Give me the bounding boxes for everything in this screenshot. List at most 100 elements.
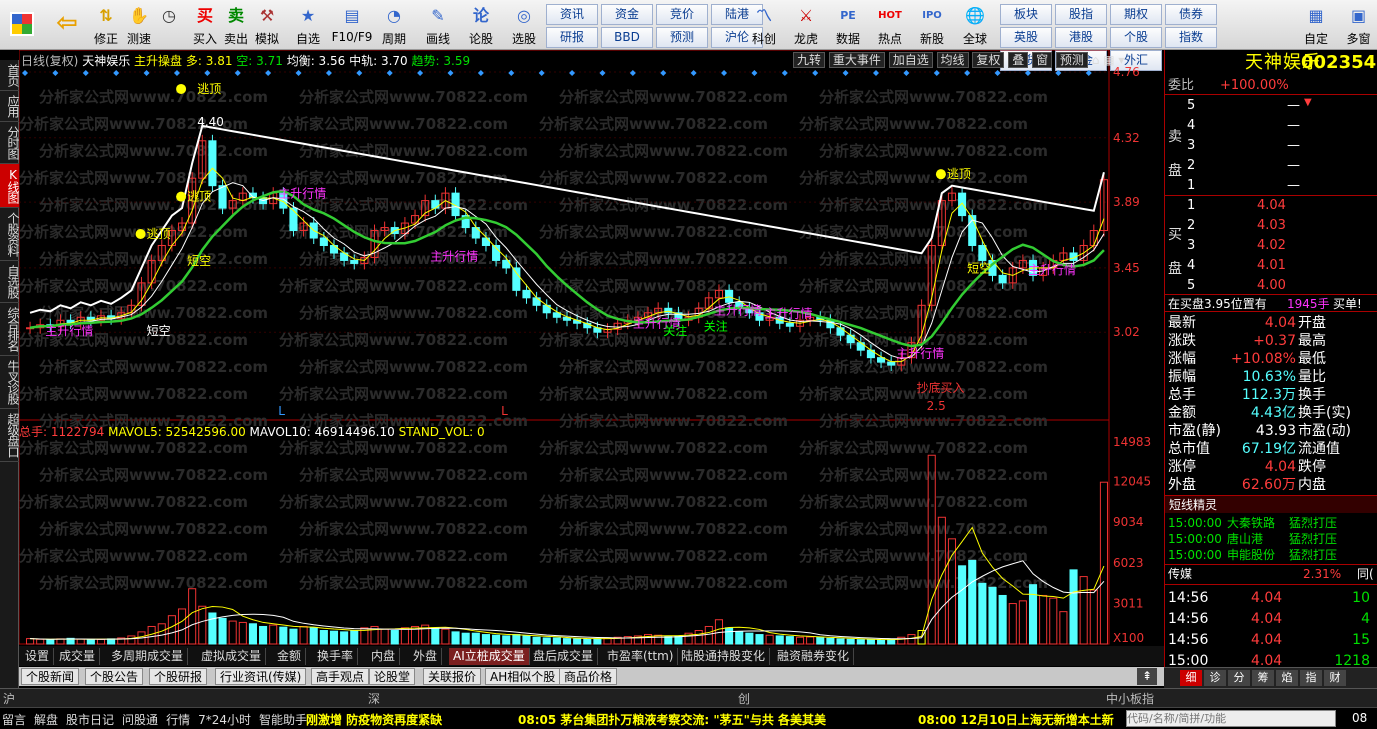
status-item[interactable]: 7*24小时 [198,713,251,727]
zxb-market[interactable]: 中小板指 [1106,690,1154,707]
grid-index-futures-item[interactable]: 股指 [1055,4,1107,25]
sector-name[interactable]: 传媒 [1168,565,1192,583]
indicator-tab[interactable]: 盘后成交量 [529,648,599,665]
nav-super-panel[interactable]: 超级盘口 [0,409,20,462]
grid-stock-item[interactable]: 个股 [1110,27,1162,48]
nav-stock-info[interactable]: 个股资料 [0,208,20,261]
sell-button[interactable]: 卖卖出 [221,0,251,50]
grid-forecast-item[interactable]: 预测 [656,27,708,48]
discuss-button[interactable]: 论论股 [464,0,498,50]
ipo-button[interactable]: IPO 新股 [914,0,950,50]
status-item[interactable]: 解盘 [34,713,58,727]
news-tab[interactable]: 个股新闻 [21,668,80,685]
fix-button[interactable]: ⇅ 修正 [90,0,122,50]
nine-turn-button[interactable]: 九转 [793,52,826,68]
window-button[interactable]: 窗 [1032,52,1053,68]
sh-market[interactable]: 沪 [3,690,15,707]
cy-market[interactable]: 创 [738,690,750,707]
ma-button[interactable]: 均线 [936,52,969,68]
news-ticker-3[interactable]: 08:00 12月10日上海无新增本土新 [918,711,1124,728]
grid-options-item[interactable]: 期权 [1110,4,1162,25]
collapse-panel-icon[interactable]: ⇞ [1137,668,1157,685]
period-button[interactable]: ◔ 周期 [376,0,412,50]
indicator-tab[interactable]: 设置 [21,648,55,665]
chevron-down-icon[interactable]: ▾ [1118,53,1124,67]
news-tab[interactable]: 高手观点 [311,668,370,685]
global-button[interactable]: 🌐 全球 [956,0,994,50]
panel-tab[interactable]: 筹 [1252,670,1274,686]
nav-watchlist[interactable]: 自选股 [0,261,20,303]
indicator-tab[interactable]: 融资融券变化 [773,648,855,665]
indicator-tab[interactable]: 虚拟成交量 [197,648,267,665]
panel-tab[interactable]: 诊 [1204,670,1226,686]
indicator-tab[interactable]: 换手率 [313,648,359,665]
nav-timeshare[interactable]: 分时图 [0,122,20,164]
status-item[interactable]: 智能助手 [259,713,307,727]
kline-svg[interactable]: 分析家公式网www.70822.com 分析家公式网www.70822.com 分析… [19,50,1164,646]
grid-sector-item[interactable]: 板块 [1000,4,1052,25]
news-ticker-2[interactable]: 08:05 茅台集团扑万粮液考察交流: "茅五"与共 各美其美 [518,711,826,728]
sector-more[interactable]: 同( [1357,565,1374,583]
news-tab[interactable]: 商品价格 [559,668,618,685]
grid-index-item[interactable]: 指数 [1165,27,1217,48]
panel-tab[interactable]: 分 [1228,670,1250,686]
status-item[interactable]: 问股通 [122,713,158,727]
buy-button[interactable]: 买买入 [190,0,220,50]
grid-hkstock-item[interactable]: 港股 [1055,27,1107,48]
app-logo-button[interactable] [4,0,40,50]
kline-chart[interactable]: 分析家公式网www.70822.com 分析家公式网www.70822.com 分析… [19,50,1164,646]
period-label[interactable]: 日线(复权) [21,54,78,68]
simulate-button[interactable]: ⚒ 模拟 [252,0,282,50]
back-button[interactable]: ⇦ [48,0,86,50]
grid-fund-item[interactable]: 资金 [601,4,653,25]
news-tab[interactable]: 个股公告 [85,668,144,685]
major-events-button[interactable]: 重大事件 [828,52,885,68]
watchlist-button[interactable]: ★ 自选 [290,0,326,50]
grid-info-item[interactable]: 资讯 [546,4,598,25]
indicator-tab[interactable]: 多周期成交量 [107,648,189,665]
news-tab[interactable]: AH相似个股 [485,668,561,685]
dragon-tiger-button[interactable]: ⚔ 龙虎 [788,0,824,50]
collapse-chevron-icon[interactable]: ▼ [1304,97,1312,108]
kechuang-button[interactable]: 〽科创 [746,0,782,50]
indicator-tab[interactable]: 内盘 [367,648,401,665]
add-watch-button[interactable]: 加自选 [888,52,933,68]
speedtest-button[interactable]: ✋ 测速 [124,0,154,50]
lock-icon[interactable]: ⌂ [1092,53,1100,67]
sprite-row[interactable]: 15:00:00 申能股份 猛烈打压 [1165,546,1377,564]
indicator-tab[interactable]: 成交量 [55,648,101,665]
nav-kline[interactable]: K线图 [0,164,20,208]
panel-tab[interactable]: 指 [1300,670,1322,686]
status-item[interactable]: 行情 [166,713,190,727]
indicator-tab[interactable]: 市盈率(ttm) [603,648,679,665]
draw-button[interactable]: ✎ 画线 [420,0,456,50]
f10-button[interactable]: ▤ F10/F9 [330,0,374,50]
data-button[interactable]: PE 数据 [830,0,866,50]
indicator-tab[interactable]: 外盘 [409,648,443,665]
news-tab[interactable]: 个股研报 [149,668,208,685]
forecast-button[interactable]: 预测 [1055,52,1088,68]
indicator-tab[interactable]: 金额 [273,648,307,665]
hot-button[interactable]: HOT 热点 [872,0,908,50]
panel-tab[interactable]: 焰 [1276,670,1298,686]
sprite-title[interactable]: 短线精灵 [1169,496,1217,514]
status-item[interactable]: 股市日记 [66,713,114,727]
nav-diagnosis[interactable]: 牛叉诊股 [0,356,20,409]
multi-button[interactable]: ▣ 多窗 [1340,0,1377,50]
indicator-name[interactable]: 主升操盘 [134,54,182,68]
overlay-button[interactable]: 叠 [1008,52,1029,68]
status-item[interactable]: 留言 [2,713,26,727]
news-tab[interactable]: 关联报价 [423,668,482,685]
search-input[interactable] [1126,710,1336,727]
grid-ukstock-item[interactable]: 英股 [1000,27,1052,48]
nav-apps[interactable]: 应用 [0,91,20,122]
grid-research-item[interactable]: 研报 [546,27,598,48]
nav-home[interactable]: 首页 [0,60,20,91]
custom-button[interactable]: ▦ 自定 [1296,0,1336,50]
sz-market[interactable]: 深 [368,690,380,707]
indicator-tab[interactable]: AI立桩成交量 [449,648,530,665]
timer-button[interactable]: ◷ [154,0,184,50]
restore-rights-button[interactable]: 复权 [972,52,1005,68]
panel-tab[interactable]: 细 [1180,670,1202,686]
nav-ranking[interactable]: 综合排名 [0,303,20,356]
